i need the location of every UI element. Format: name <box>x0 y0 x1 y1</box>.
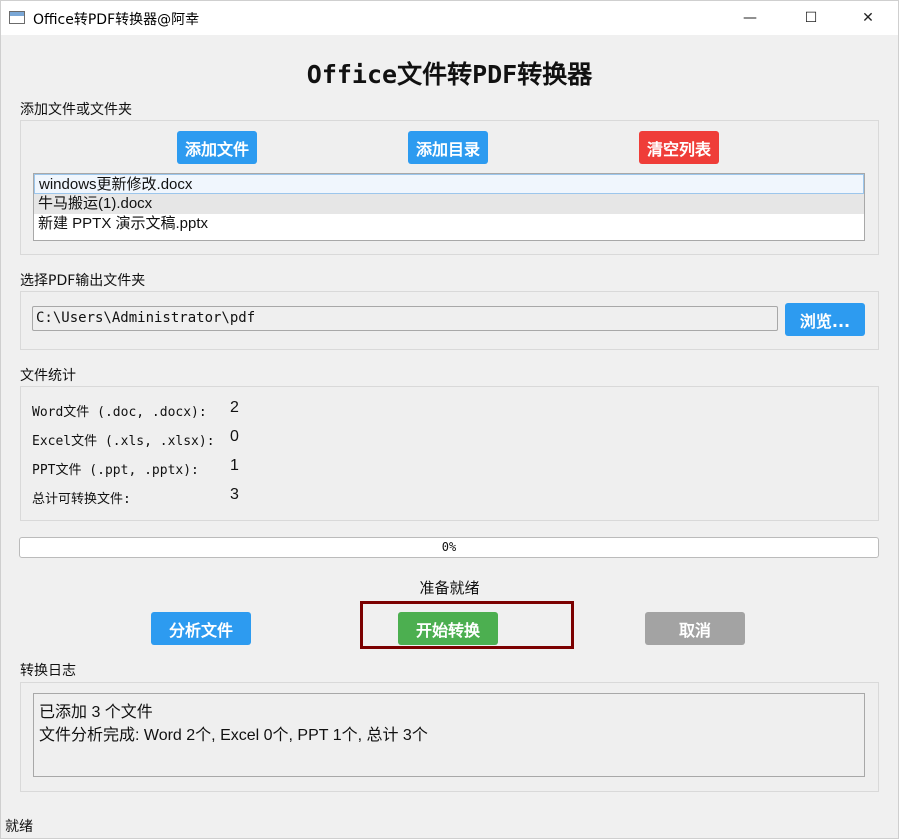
file-list-item[interactable]: 新建 PPTX 演示文稿.pptx <box>34 214 864 234</box>
page-title: Office文件转PDF转换器 <box>306 60 593 89</box>
add-file-button[interactable]: 添加文件 <box>177 131 257 164</box>
ppt-stat-value: 1 <box>230 457 239 474</box>
word-stat-value: 2 <box>230 399 239 416</box>
app-window: Office转PDF转换器@阿幸 — ☐ ✕ Office文件转PDF转换器 添… <box>0 0 899 839</box>
add-files-group-label: 添加文件或文件夹 <box>20 102 132 118</box>
start-conversion-button[interactable]: 开始转换 <box>398 612 498 645</box>
progress-bar: 0% <box>19 537 879 558</box>
app-icon <box>9 11 25 24</box>
file-list-item[interactable]: windows更新修改.docx <box>34 174 864 194</box>
file-list-item[interactable]: 牛马搬运(1).docx <box>34 194 864 214</box>
stats-group-label: 文件统计 <box>20 368 76 384</box>
output-path-field[interactable]: C:\Users\Administrator\pdf <box>32 306 778 331</box>
close-icon[interactable]: ✕ <box>840 1 896 35</box>
log-line: 文件分析完成: Word 2个, Excel 0个, PPT 1个, 总计 3个 <box>39 727 428 744</box>
conversion-log[interactable]: 已添加 3 个文件 文件分析完成: Word 2个, Excel 0个, PPT… <box>33 693 865 777</box>
log-line: 已添加 3 个文件 <box>39 704 153 721</box>
file-list[interactable]: windows更新修改.docx 牛马搬运(1).docx 新建 PPTX 演示… <box>33 173 865 241</box>
minimize-icon[interactable]: — <box>722 1 778 35</box>
title-bar: Office转PDF转换器@阿幸 — ☐ ✕ <box>1 1 898 35</box>
clear-list-button[interactable]: 清空列表 <box>639 131 719 164</box>
browse-button[interactable]: 浏览... <box>785 303 865 336</box>
ppt-stat-label: PPT文件 (.ppt, .pptx): <box>32 463 199 478</box>
output-folder-group-label: 选择PDF输出文件夹 <box>20 273 146 289</box>
status-text: 准备就绪 <box>419 579 480 597</box>
excel-stat-value: 0 <box>230 428 239 445</box>
cancel-button[interactable]: 取消 <box>645 612 745 645</box>
window-title: Office转PDF转换器@阿幸 <box>33 12 200 28</box>
status-bar: 就绪 <box>5 819 33 835</box>
add-directory-button[interactable]: 添加目录 <box>408 131 488 164</box>
total-stat-value: 3 <box>230 486 239 503</box>
maximize-icon[interactable]: ☐ <box>783 1 839 35</box>
log-group-label: 转换日志 <box>20 663 76 679</box>
excel-stat-label: Excel文件 (.xls, .xlsx): <box>32 434 215 449</box>
word-stat-label: Word文件 (.doc, .docx): <box>32 405 207 420</box>
analyze-files-button[interactable]: 分析文件 <box>151 612 251 645</box>
total-stat-label: 总计可转换文件: <box>32 492 131 507</box>
